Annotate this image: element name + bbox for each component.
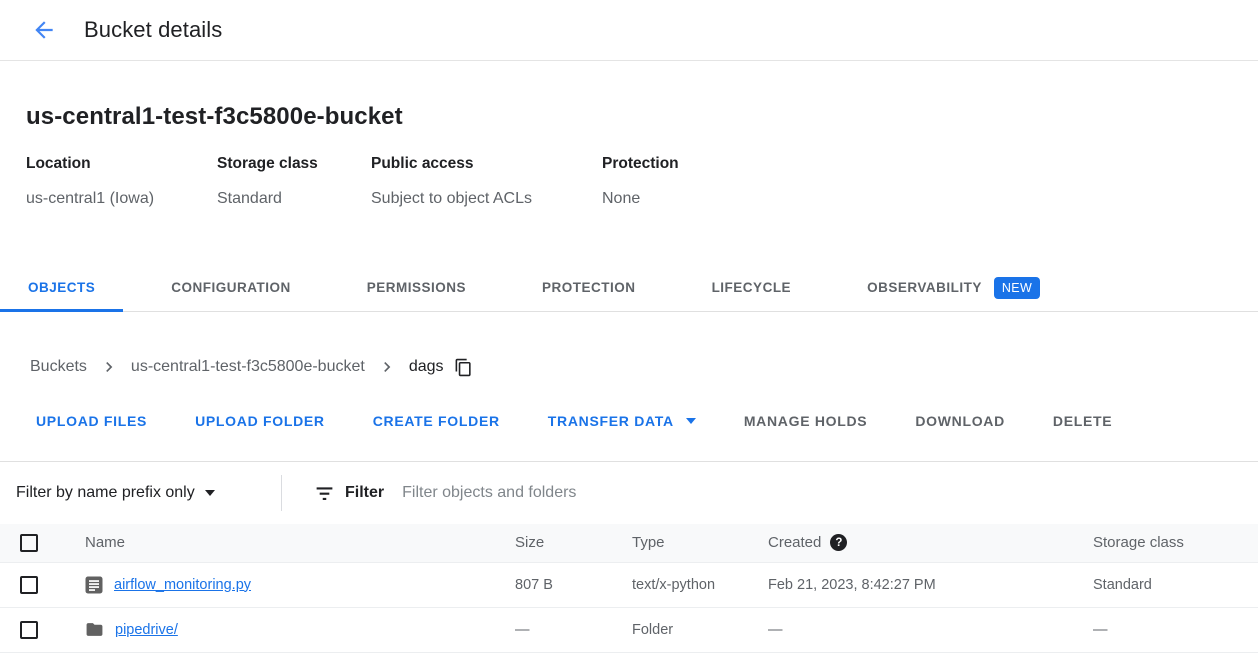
object-actions-toolbar: UPLOAD FILES UPLOAD FOLDER CREATE FOLDER… (0, 410, 1258, 432)
meta-label: Location (26, 155, 217, 173)
cell-storage-class: — (1072, 607, 1258, 652)
column-header-type: Type (611, 524, 747, 562)
copy-path-button[interactable] (454, 358, 473, 377)
breadcrumb-bucket-name[interactable]: us-central1-test-f3c5800e-bucket (131, 356, 365, 378)
cell-size: — (494, 607, 611, 652)
objects-table: Name Size Type Created? Storage class ai… (0, 524, 1258, 653)
table-row: pipedrive/ — Folder — — (0, 607, 1258, 652)
bucket-details-page: Bucket details us-central1-test-f3c5800e… (0, 0, 1258, 653)
select-all-checkbox[interactable] (20, 534, 38, 552)
meta-value: None (602, 189, 679, 208)
folder-icon (85, 620, 104, 639)
table-header-row: Name Size Type Created? Storage class (0, 524, 1258, 562)
tab-objects[interactable]: OBJECTS (0, 264, 123, 311)
tab-bar: OBJECTS CONFIGURATION PERMISSIONS PROTEC… (0, 264, 1258, 312)
tab-configuration[interactable]: CONFIGURATION (143, 264, 319, 311)
bucket-summary: us-central1-test-f3c5800e-bucket Locatio… (0, 61, 1258, 208)
upload-folder-button[interactable]: UPLOAD FOLDER (195, 413, 325, 429)
tab-label: OBSERVABILITY (867, 280, 982, 295)
meta-label: Public access (371, 155, 602, 173)
back-button[interactable] (30, 16, 58, 44)
meta-storage-class: Storage class Standard (217, 155, 371, 208)
chevron-right-icon (99, 357, 119, 377)
top-header: Bucket details (0, 0, 1258, 61)
content-copy-icon (454, 358, 473, 377)
tab-protection[interactable]: PROTECTION (514, 264, 664, 311)
delete-button[interactable]: DELETE (1053, 413, 1112, 429)
breadcrumb-current-folder: dags (409, 356, 444, 378)
bucket-name: us-central1-test-f3c5800e-bucket (26, 101, 1258, 133)
tab-label: PROTECTION (542, 280, 636, 295)
button-label: TRANSFER DATA (548, 413, 674, 429)
column-header-size: Size (494, 524, 611, 562)
filter-list-icon (314, 483, 335, 504)
transfer-data-button[interactable]: TRANSFER DATA (548, 413, 696, 429)
bucket-meta-row: Location us-central1 (Iowa) Storage clas… (26, 155, 1258, 208)
button-label: DELETE (1053, 413, 1112, 429)
meta-location: Location us-central1 (Iowa) (26, 155, 217, 208)
cell-type: text/x-python (611, 562, 747, 607)
tab-label: CONFIGURATION (171, 280, 291, 295)
filter-bar: Filter by name prefix only Filter (0, 462, 1258, 524)
button-label: UPLOAD FILES (36, 413, 147, 429)
button-label: DOWNLOAD (915, 413, 1005, 429)
help-icon[interactable]: ? (830, 534, 847, 551)
create-folder-button[interactable]: CREATE FOLDER (373, 413, 500, 429)
row-checkbox[interactable] (20, 621, 38, 639)
object-link[interactable]: pipedrive/ (115, 622, 178, 638)
button-label: UPLOAD FOLDER (195, 413, 325, 429)
cell-created: Feb 21, 2023, 8:42:27 PM (747, 562, 1072, 607)
text-file-icon (85, 576, 103, 594)
vertical-divider (281, 475, 282, 511)
cell-storage-class: Standard (1072, 562, 1258, 607)
meta-label: Protection (602, 155, 679, 173)
cell-created: — (747, 607, 1072, 652)
object-link[interactable]: airflow_monitoring.py (114, 577, 251, 593)
table-row: airflow_monitoring.py 807 B text/x-pytho… (0, 562, 1258, 607)
meta-public-access: Public access Subject to object ACLs (371, 155, 602, 208)
tab-permissions[interactable]: PERMISSIONS (339, 264, 494, 311)
column-header-name: Name (64, 524, 494, 562)
arrow-left-icon (31, 17, 57, 43)
breadcrumb-buckets[interactable]: Buckets (30, 356, 87, 378)
filter-scope-label: Filter by name prefix only (16, 484, 195, 502)
filter-input[interactable] (402, 484, 962, 502)
caret-down-icon (686, 418, 696, 424)
meta-protection: Protection None (602, 155, 679, 208)
breadcrumb: Buckets us-central1-test-f3c5800e-bucket… (0, 356, 1258, 378)
meta-value: us-central1 (Iowa) (26, 189, 217, 208)
button-label: CREATE FOLDER (373, 413, 500, 429)
caret-down-icon (205, 490, 215, 496)
tab-label: OBJECTS (28, 280, 95, 295)
new-badge: NEW (994, 277, 1040, 299)
chevron-right-icon (377, 357, 397, 377)
cell-size: 807 B (494, 562, 611, 607)
filter-label: Filter (345, 484, 384, 502)
tab-observability[interactable]: OBSERVABILITY NEW (839, 264, 1068, 311)
filter-scope-dropdown[interactable]: Filter by name prefix only (16, 484, 281, 502)
button-label: MANAGE HOLDS (744, 413, 868, 429)
meta-label: Storage class (217, 155, 371, 173)
cell-type: Folder (611, 607, 747, 652)
column-header-label: Created (768, 534, 821, 551)
meta-value: Standard (217, 189, 371, 208)
page-title: Bucket details (84, 17, 222, 43)
column-header-created: Created? (747, 524, 1072, 562)
tab-label: PERMISSIONS (367, 280, 466, 295)
row-checkbox[interactable] (20, 576, 38, 594)
manage-holds-button[interactable]: MANAGE HOLDS (744, 413, 868, 429)
column-header-storage-class: Storage class (1072, 524, 1258, 562)
meta-value: Subject to object ACLs (371, 189, 602, 208)
download-button[interactable]: DOWNLOAD (915, 413, 1005, 429)
upload-files-button[interactable]: UPLOAD FILES (36, 413, 147, 429)
tab-lifecycle[interactable]: LIFECYCLE (684, 264, 820, 311)
tab-label: LIFECYCLE (712, 280, 792, 295)
